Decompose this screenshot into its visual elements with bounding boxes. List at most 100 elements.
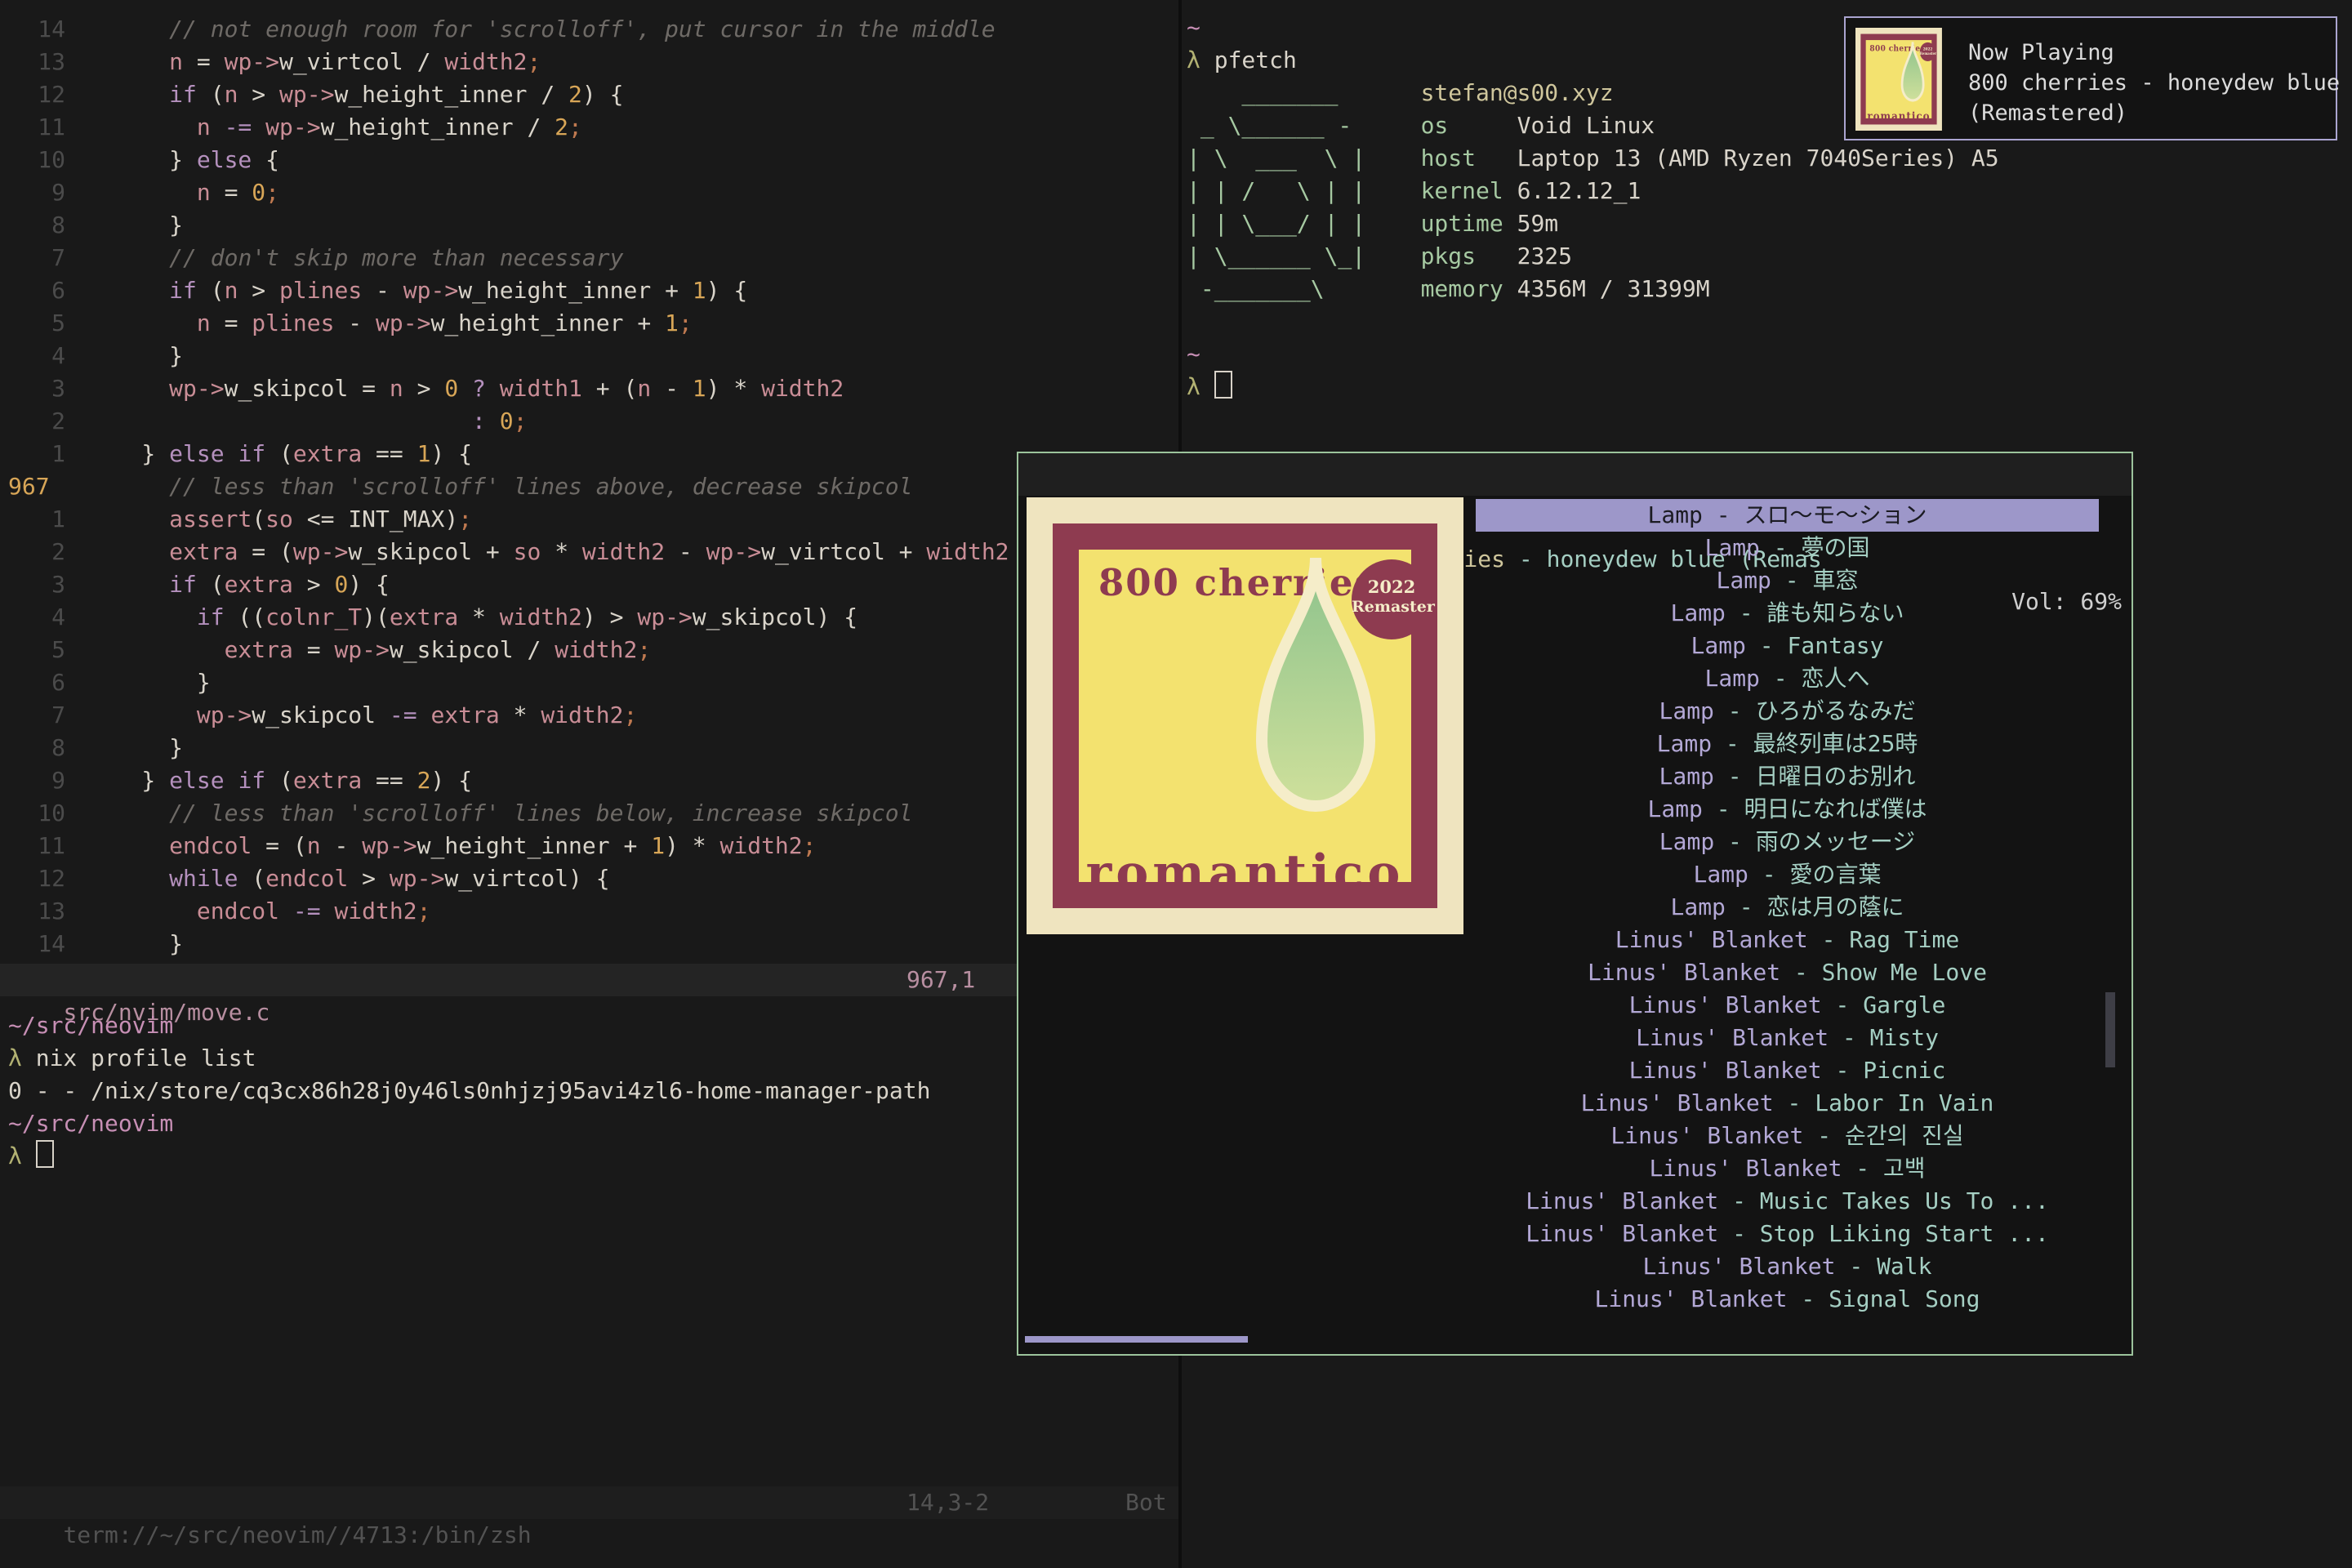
track-row[interactable]: Lamp - Fantasy [1476,630,2099,662]
line-number: 5 [8,634,87,666]
line-number: 5 [8,307,87,340]
track-row[interactable]: Linus' Blanket - Show Me Love [1476,956,2099,989]
track-row[interactable]: Linus' Blanket - Signal Song [1476,1283,2099,1316]
album-art-thumbnail: 800 cherries 2022 Remaster romantico [1855,28,1942,131]
track-row[interactable]: Linus' Blanket - Misty [1476,1022,2099,1054]
track-row[interactable]: Linus' Blanket - Picnic [1476,1054,2099,1087]
code-line: 9 } else if (extra == 2) { [8,764,1178,797]
playlist: Lamp - スロ〜モ〜ションLamp - 夢の国Lamp - 車窓Lamp -… [1476,499,2099,1316]
terminal-cursor [1214,371,1232,399]
track-row[interactable]: Linus' Blanket - Labor In Vain [1476,1087,2099,1120]
track-row-selected[interactable]: Lamp - スロ〜モ〜ション [1476,499,2099,532]
track-title: - Misty [1829,1024,1939,1051]
line-number: 4 [8,601,87,634]
statusline-inactive: term://~/src/neovim//4713:/bin/zsh 14,3-… [0,1486,1178,1519]
track-row[interactable]: Lamp - 日曜日のお別れ [1476,760,2099,793]
terminal-line: | | \___/ | | uptime 59m [1187,207,2346,240]
notification-title: Now Playing [1968,38,2114,68]
code-line: 1 assert(so <= INT_MAX); [8,503,1178,536]
track-title: - 고백 [1842,1155,1925,1182]
track-row[interactable]: Lamp - 最終列車は25時 [1476,728,2099,760]
teardrop-icon [1229,548,1402,865]
track-artist: Lamp [1647,501,1702,528]
code-editor[interactable]: 14 // not enough room for 'scrolloff', p… [0,13,1178,960]
line-number: 1 [8,503,87,536]
nvim-pane[interactable]: 14 // not enough room for 'scrolloff', p… [0,0,1178,1568]
track-row[interactable]: Lamp - ひろがるなみだ [1476,695,2099,728]
line-number: 8 [8,209,87,242]
track-artist: Lamp [1647,795,1702,822]
track-row[interactable]: Linus' Blanket - 고백 [1476,1152,2099,1185]
line-number: 7 [8,699,87,732]
terminal-cursor [36,1140,54,1168]
track-row[interactable]: Lamp - 明日になれば僕は [1476,793,2099,826]
track-row[interactable]: Lamp - 夢の国 [1476,532,2099,564]
line-number: 10 [8,797,87,830]
line-number: 11 [8,111,87,144]
line-number: 967 [8,470,87,503]
embedded-terminal[interactable]: ~/src/neovimλ nix profile list0 - - /nix… [0,1009,1178,1173]
track-row[interactable]: Lamp - 愛の言葉 [1476,858,2099,891]
code-line: 8 } [8,732,1178,764]
line-number: 8 [8,732,87,764]
code-line: 4 if ((colnr_T)(extra * width2) > wp->w_… [8,601,1178,634]
track-row[interactable]: Lamp - 雨のメッセージ [1476,826,2099,858]
track-row[interactable]: Lamp - 恋人へ [1476,662,2099,695]
track-row[interactable]: Linus' Blanket - Walk [1476,1250,2099,1283]
track-row[interactable]: Lamp - 車窓 [1476,564,2099,597]
code-line: 6 } [8,666,1178,699]
track-artist: Lamp [1704,665,1759,692]
terminal-line: λ [8,1140,1178,1173]
track-artist: Lamp [1657,730,1712,757]
track-row[interactable]: Linus' Blanket - Rag Time [1476,924,2099,956]
code-line: 2 : 0; [8,405,1178,438]
player-titlebar: [Playing] herries - honeydew blue (Remas… [1018,453,2132,496]
track-artist: Linus' Blanket [1615,926,1808,953]
track-row[interactable]: Lamp - 恋は月の蔭に [1476,891,2099,924]
track-title: - 誰も知らない [1726,599,1904,626]
track-title: - 순간의 진실 [1803,1122,1963,1149]
code-line: 6 if (n > plines - wp->w_height_inner + … [8,274,1178,307]
line-number: 1 [8,438,87,470]
track-title: - スロ〜モ〜ション [1703,501,1927,528]
line-number: 11 [8,830,87,862]
line-number: 9 [8,176,87,209]
code-line: 1 } else if (extra == 1) { [8,438,1178,470]
line-number: 2 [8,536,87,568]
track-row[interactable]: Lamp - 誰も知らない [1476,597,2099,630]
music-player-window[interactable]: [Playing] herries - honeydew blue (Remas… [1017,452,2133,1356]
playback-progress-bar[interactable] [1025,1336,1248,1343]
statusline-active: src/nvim/move.c 967,1 [0,964,1178,996]
code-line: 5 n = plines - wp->w_height_inner + 1; [8,307,1178,340]
track-artist: Lamp [1704,534,1759,561]
track-title: - 明日になれば僕は [1703,795,1927,822]
track-title: - 日曜日のお別れ [1714,763,1916,790]
track-title: - Picnic [1822,1057,1946,1084]
track-title: - 最終列車は25時 [1712,730,1918,757]
track-row[interactable]: Linus' Blanket - 순간의 진실 [1476,1120,2099,1152]
line-number: 6 [8,666,87,699]
track-title: - Fantasy [1746,632,1884,659]
line-number: 2 [8,405,87,438]
track-artist: Linus' Blanket [1526,1187,1718,1214]
track-artist: Lamp [1670,893,1725,920]
album-art-large: 800 cherries 2022 Remaster romantico [1027,497,1463,934]
now-playing-notification[interactable]: 800 cherries 2022 Remaster romantico Now… [1844,16,2337,140]
terminal-line: ~ [1187,338,2346,371]
code-line: 2 extra = (wp->w_skipcol + so * width2 -… [8,536,1178,568]
statusline-cursor-position: 967,1 [906,964,975,996]
track-row[interactable]: Linus' Blanket - Stop Liking Start ... [1476,1218,2099,1250]
track-artist: Lamp [1716,567,1771,594]
playlist-scrollbar[interactable] [2105,992,2115,1067]
track-artist: Linus' Blanket [1526,1220,1718,1247]
code-line: 14 } [8,928,1178,960]
track-artist: Linus' Blanket [1594,1285,1787,1312]
track-row[interactable]: Linus' Blanket - Music Takes Us To ... [1476,1185,2099,1218]
terminal-line: ~/src/neovim [8,1009,1178,1042]
album-cover: 800 cherries 2022 Remaster romantico [1027,497,1463,934]
code-line: 967 // less than 'scrolloff' lines above… [8,470,1178,503]
track-row[interactable]: Linus' Blanket - Gargle [1476,989,2099,1022]
code-line: 10 // less than 'scrolloff' lines below,… [8,797,1178,830]
line-number: 3 [8,372,87,405]
teardrop-icon [1895,40,1930,114]
